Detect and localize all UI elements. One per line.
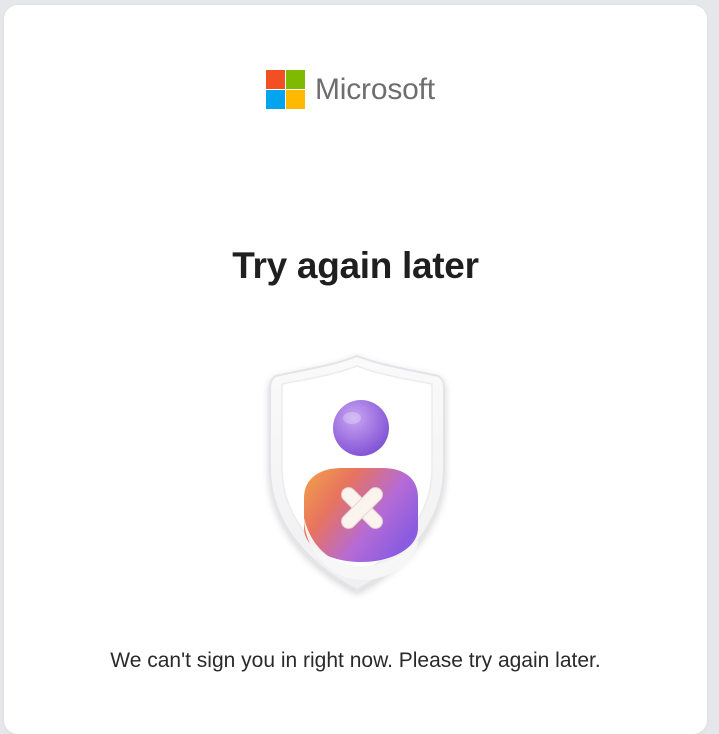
brand-name: Microsoft <box>315 72 435 106</box>
logo-square-red <box>266 70 285 89</box>
sign-in-card: Microsoft Try again later We can't sign … <box>4 5 707 734</box>
error-message: We can't sign you in right now. Please t… <box>110 649 601 672</box>
page-title: Try again later <box>232 245 479 286</box>
microsoft-logo-icon <box>266 70 305 109</box>
logo-square-blue <box>266 90 285 109</box>
logo-square-yellow <box>286 90 305 109</box>
microsoft-logo: Microsoft <box>266 70 435 109</box>
shield-user-error-icon <box>262 348 452 598</box>
logo-square-green <box>286 70 305 89</box>
